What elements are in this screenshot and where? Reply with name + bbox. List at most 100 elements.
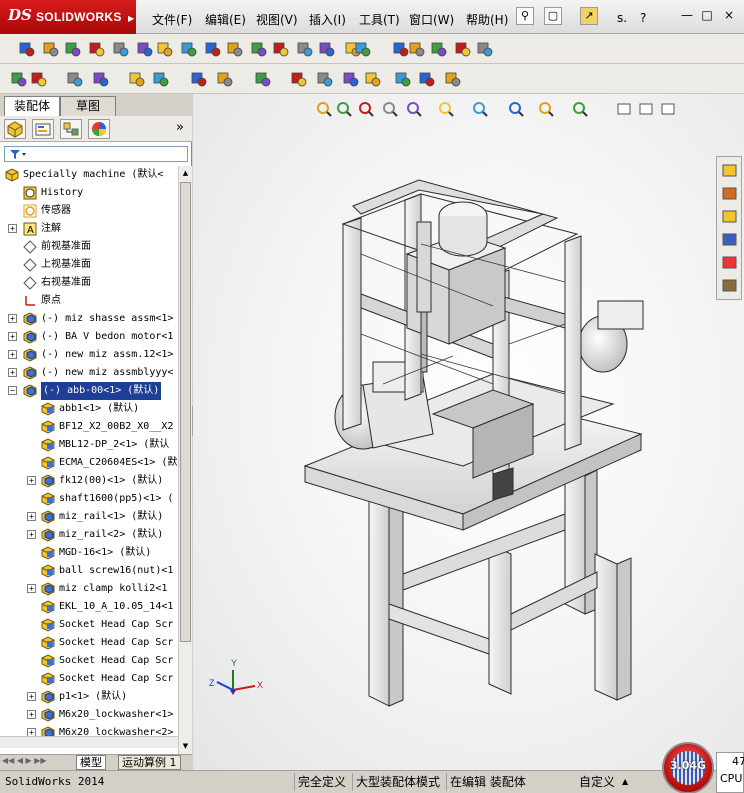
configuration-icon[interactable] bbox=[88, 40, 106, 58]
tree-item[interactable]: + M6x20_lockwasher<1> bbox=[0, 706, 178, 724]
expand-icon[interactable]: + bbox=[27, 476, 36, 485]
clock-icon[interactable] bbox=[112, 40, 130, 58]
new-document-icon[interactable]: ▢ bbox=[544, 7, 562, 25]
spelling-icon[interactable] bbox=[18, 40, 36, 58]
balance-icon[interactable] bbox=[64, 40, 82, 58]
mate-icon[interactable] bbox=[66, 70, 84, 88]
search-commands-field[interactable]: s. bbox=[617, 11, 627, 25]
tree-item[interactable]: ball screw16(nut)<1 bbox=[0, 562, 178, 580]
hide-icon[interactable] bbox=[136, 40, 154, 58]
sum-icon[interactable] bbox=[204, 40, 222, 58]
scroll-thumb[interactable] bbox=[180, 182, 191, 642]
tab-model[interactable]: 模型 bbox=[76, 755, 106, 770]
exploded-view-icon[interactable] bbox=[342, 70, 360, 88]
expand-icon[interactable]: + bbox=[27, 512, 36, 521]
rebuild2-icon[interactable] bbox=[418, 70, 436, 88]
tree-item[interactable]: Specially machine (默认< bbox=[0, 166, 178, 184]
tree-item[interactable]: Socket Head Cap Scr bbox=[0, 634, 178, 652]
propertymanager-icon[interactable] bbox=[32, 119, 54, 139]
menu-window[interactable]: 窗口(W) bbox=[409, 11, 454, 28]
line-icon[interactable] bbox=[364, 70, 382, 88]
scroll-down-icon[interactable]: ▼ bbox=[180, 740, 191, 752]
tree-item[interactable]: + (-) miz shasse assm<1> bbox=[0, 310, 178, 328]
tree-item[interactable]: ECMA_C20604ES<1> (默 bbox=[0, 454, 178, 472]
expand-icon[interactable]: + bbox=[8, 332, 17, 341]
appearance-icon[interactable] bbox=[476, 40, 494, 58]
displaymanager-icon[interactable] bbox=[88, 119, 110, 139]
tree-item[interactable]: + (-) new miz assmblyyy< bbox=[0, 364, 178, 382]
tree-item[interactable]: shaft1600(pp5)<1> ( bbox=[0, 490, 178, 508]
component-icon[interactable] bbox=[10, 70, 28, 88]
tree-item[interactable]: abb1<1> (默认) bbox=[0, 400, 178, 418]
open-document-icon[interactable]: ↗ bbox=[580, 7, 598, 25]
status-units[interactable]: 自定义 bbox=[576, 773, 615, 791]
move-icon[interactable] bbox=[128, 70, 146, 88]
check-icon[interactable] bbox=[156, 40, 174, 58]
smart-fasteners-icon[interactable] bbox=[152, 70, 170, 88]
solidworks-logo[interactable]: DS SOLIDWORKS ▶ bbox=[0, 0, 136, 34]
tree-item[interactable]: + (-) new miz assm.12<1> bbox=[0, 346, 178, 364]
smart-dimension-icon[interactable] bbox=[42, 40, 60, 58]
featuremanager-icon[interactable] bbox=[4, 119, 26, 139]
tree-horizontal-scrollbar[interactable] bbox=[0, 736, 178, 748]
folder-icon[interactable] bbox=[720, 207, 739, 226]
minimize-button[interactable]: — bbox=[680, 9, 694, 23]
tree-item[interactable]: + p1<1> (默认) bbox=[0, 688, 178, 706]
assembly-features-icon[interactable] bbox=[216, 70, 234, 88]
appearance-icon[interactable] bbox=[720, 253, 739, 272]
tree-item[interactable]: Socket Head Cap Scr bbox=[0, 616, 178, 634]
expand-icon[interactable]: + bbox=[27, 728, 36, 736]
capture-icon[interactable] bbox=[430, 40, 448, 58]
tree-item[interactable]: EKL_10_A_10.05_14<1 bbox=[0, 598, 178, 616]
menu-edit[interactable]: 编辑(E) bbox=[205, 11, 246, 28]
menu-view[interactable]: 视图(V) bbox=[256, 11, 298, 28]
home-icon[interactable] bbox=[720, 161, 739, 180]
tree-item[interactable]: + fk12(00)<1> (默认) bbox=[0, 472, 178, 490]
tree-item[interactable]: History bbox=[0, 184, 178, 202]
expand-icon[interactable]: + bbox=[8, 224, 17, 233]
reference-icon[interactable] bbox=[254, 70, 272, 88]
feature-icon[interactable] bbox=[318, 40, 336, 58]
machine-assembly-model[interactable]: Y X Z bbox=[193, 94, 744, 770]
tab-assembly[interactable]: 装配体 bbox=[4, 96, 60, 116]
expand-icon[interactable]: + bbox=[8, 350, 17, 359]
compass-icon[interactable] bbox=[226, 40, 244, 58]
insert-icon[interactable] bbox=[30, 70, 48, 88]
tree-item[interactable]: 原点 bbox=[0, 292, 178, 310]
close-button[interactable]: × bbox=[722, 9, 736, 23]
help-icon[interactable]: ? bbox=[640, 11, 646, 25]
tab-motion-study[interactable]: 运动算例 1 bbox=[118, 755, 181, 770]
expand-icon[interactable]: + bbox=[27, 710, 36, 719]
menu-help[interactable]: 帮助(H) bbox=[466, 11, 508, 28]
tree-item[interactable]: 传感器 bbox=[0, 202, 178, 220]
instant3d-icon[interactable] bbox=[394, 70, 412, 88]
dimension-icon[interactable] bbox=[296, 40, 314, 58]
linear-pattern-icon[interactable] bbox=[92, 70, 110, 88]
graphics-area[interactable]: Y X Z bbox=[193, 94, 744, 770]
tree-vertical-scrollbar[interactable]: ▲ ▼ bbox=[178, 166, 192, 754]
tree-item[interactable]: 右视基准面 bbox=[0, 274, 178, 292]
tab-nav-arrows-icon[interactable]: ◀◀ ◀ ▶ ▶▶ bbox=[2, 756, 47, 765]
tab-sketch[interactable]: 草图 bbox=[60, 96, 116, 116]
align-icon[interactable] bbox=[272, 40, 290, 58]
tree-item[interactable]: + A 注解 bbox=[0, 220, 178, 238]
expand-panel-icon[interactable]: » bbox=[176, 120, 184, 135]
library-icon[interactable] bbox=[720, 184, 739, 203]
color-icon[interactable] bbox=[454, 40, 472, 58]
configurationmanager-icon[interactable] bbox=[60, 119, 82, 139]
pin-icon[interactable]: ⚲ bbox=[516, 7, 534, 25]
expand-icon[interactable]: + bbox=[27, 530, 36, 539]
new-motion-icon[interactable] bbox=[290, 70, 308, 88]
tree-item[interactable]: Socket Head Cap Scr bbox=[0, 670, 178, 688]
menu-insert[interactable]: 插入(I) bbox=[309, 11, 346, 28]
tree-item[interactable]: 上视基准面 bbox=[0, 256, 178, 274]
tree-item[interactable]: MBL12-DP_2<1> (默认 bbox=[0, 436, 178, 454]
expand-icon[interactable]: + bbox=[27, 692, 36, 701]
explode-icon[interactable] bbox=[190, 70, 208, 88]
tree-item[interactable]: + M6x20 lockwasher<2> bbox=[0, 724, 178, 736]
units-menu-arrow-icon[interactable]: ▲ bbox=[622, 777, 628, 786]
custom-properties-icon[interactable] bbox=[720, 276, 739, 295]
tree-item[interactable]: BF12_X2_00B2_X0__X2 bbox=[0, 418, 178, 436]
restore-button[interactable]: □ bbox=[700, 9, 714, 23]
collapse-icon[interactable]: − bbox=[8, 386, 17, 395]
